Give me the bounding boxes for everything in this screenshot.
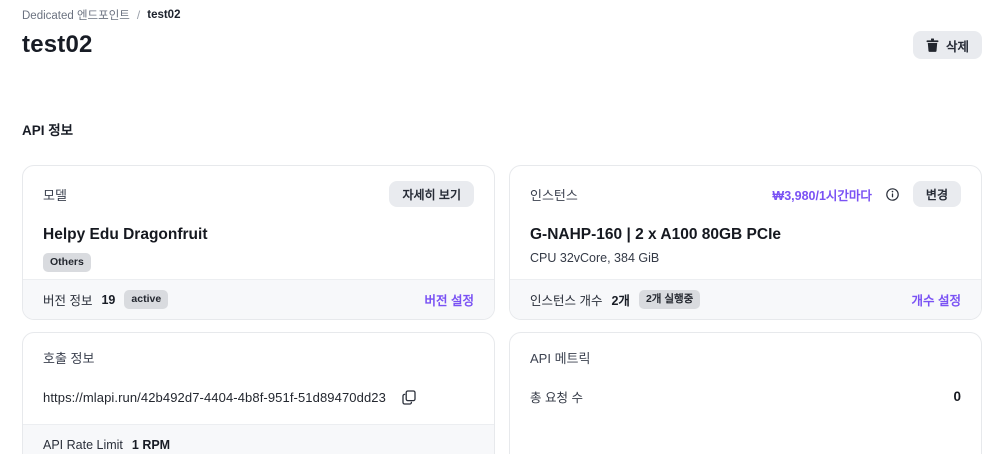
instance-count-label: 인스턴스 개수 [530, 294, 603, 308]
instance-card: 인스턴스 ₩3,980/1시간마다 변경 G-NAHP-160 | 2 x A1… [509, 165, 982, 320]
instance-price: ₩3,980/1시간마다 [772, 188, 872, 203]
breadcrumb-section[interactable]: Dedicated 엔드포인트 [22, 7, 130, 23]
model-category-badge: Others [43, 253, 91, 272]
instance-change-button[interactable]: 변경 [912, 181, 961, 207]
instance-count-settings-link[interactable]: 개수 설정 [912, 290, 961, 309]
page-title: test02 [22, 31, 93, 58]
endpoint-url: https://mlapi.run/42b492d7-4404-4b8f-951… [43, 390, 386, 405]
endpoint-detail-page: Dedicated 엔드포인트 / test02 test02 삭제 API 정… [0, 0, 1004, 454]
instance-count-value: 2개 [611, 294, 630, 308]
model-name: Helpy Edu Dragonfruit [43, 226, 208, 243]
api-metrics-card: API 메트릭 총 요청 수 0 [509, 332, 982, 454]
info-circle-icon[interactable] [884, 186, 901, 203]
version-value: 19 [101, 292, 116, 307]
rate-limit-value: 1 RPM [131, 437, 171, 452]
model-card: 모델 자세히 보기 Helpy Edu Dragonfruit Others 버… [22, 165, 495, 320]
instance-name: G-NAHP-160 | 2 x A100 80GB PCIe [530, 226, 782, 243]
api-metrics-card-title: API 메트릭 [530, 351, 591, 366]
section-title: API 정보 [22, 123, 74, 138]
instance-spec: CPU 32vCore, 384 GiB [530, 251, 660, 265]
instance-card-title: 인스턴스 [530, 187, 578, 203]
delete-button-label: 삭제 [945, 39, 969, 54]
model-card-title: 모델 [43, 187, 67, 203]
breadcrumb-current: test02 [147, 9, 181, 21]
instance-running-badge: 2개 실행중 [638, 290, 701, 309]
call-info-card-title: 호출 정보 [43, 351, 95, 366]
total-requests-value: 0 [953, 389, 961, 404]
rate-limit-label: API Rate Limit [43, 437, 123, 452]
version-settings-link[interactable]: 버전 설정 [425, 290, 474, 309]
title-row: test02 삭제 [22, 31, 982, 59]
breadcrumb: Dedicated 엔드포인트 / test02 [22, 0, 982, 23]
version-status-badge: active [124, 290, 169, 309]
api-info-grid: 모델 자세히 보기 Helpy Edu Dragonfruit Others 버… [22, 165, 982, 454]
total-requests-label: 총 요청 수 [530, 391, 583, 405]
copy-icon[interactable] [400, 388, 418, 407]
call-info-card: 호출 정보 https://mlapi.run/42b492d7-4404-4b… [22, 332, 495, 454]
breadcrumb-separator: / [136, 8, 141, 22]
delete-button[interactable]: 삭제 [912, 31, 982, 59]
trash-icon [926, 38, 939, 52]
model-detail-button[interactable]: 자세히 보기 [389, 181, 474, 207]
version-label: 버전 정보 [43, 294, 93, 308]
